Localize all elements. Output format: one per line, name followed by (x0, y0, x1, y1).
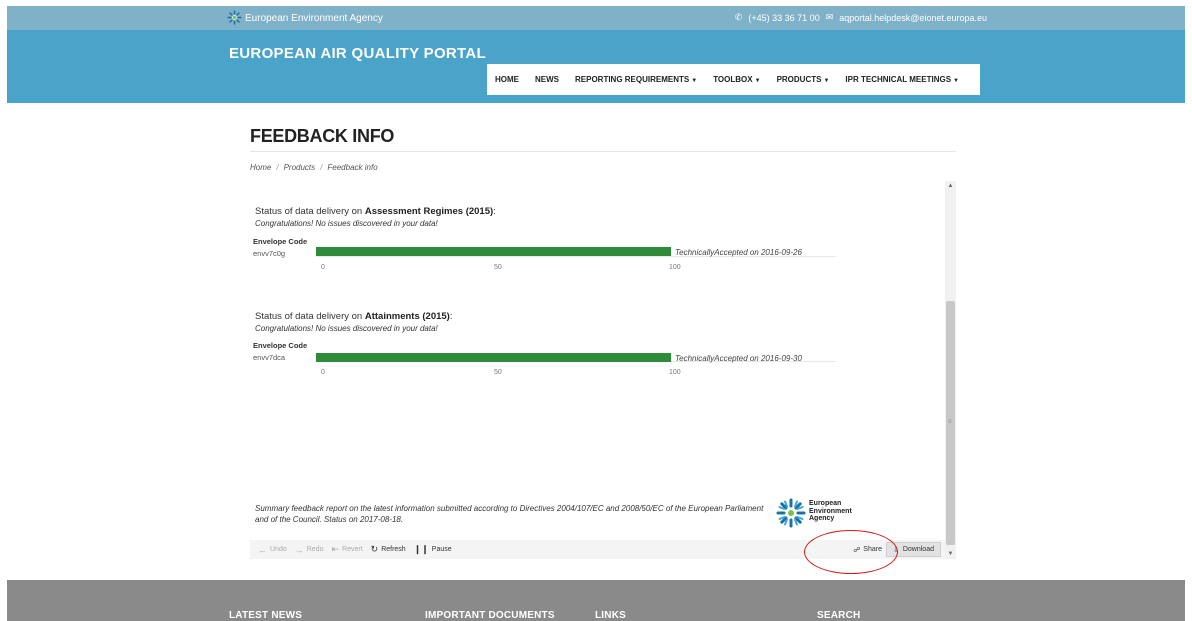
site-footer: LATEST NEWS IMPORTANT DOCUMENTS LINKS SE… (7, 580, 1185, 621)
top-bar: European Environment Agency ✆ (+45) 33 3… (7, 6, 1185, 30)
breadcrumb-home[interactable]: Home (250, 163, 271, 172)
footer-latest-news[interactable]: LATEST NEWS (229, 610, 302, 621)
section-heading: Status of data delivery on Attainments (… (255, 311, 453, 322)
delivery-status-section: Status of data delivery on Assessment Re… (255, 206, 855, 228)
footer-links[interactable]: LINKS (595, 610, 626, 621)
redo-button[interactable]: → Redo (295, 545, 324, 555)
undo-button[interactable]: ← Undo (258, 545, 287, 555)
caret-down-icon: ▼ (691, 78, 698, 84)
caret-down-icon: ▼ (823, 78, 830, 84)
section-subtitle: Congratulations! No issues discovered in… (255, 324, 438, 333)
scroll-up-arrow-icon[interactable]: ▲ (945, 181, 956, 191)
arrow-left-icon: ← (258, 544, 267, 555)
nav-products[interactable]: PRODUCTS ▼ (777, 75, 830, 84)
footer-important-documents[interactable]: IMPORTANT DOCUMENTS (425, 610, 555, 621)
nav-home[interactable]: HOME (495, 75, 519, 84)
breadcrumb-products[interactable]: Products (284, 163, 316, 172)
refresh-icon: ↻ (370, 544, 379, 554)
breadcrumb: Home / Products / Feedback info (250, 163, 378, 172)
summary-text: Summary feedback report on the latest in… (255, 504, 764, 524)
breadcrumb-separator: / (320, 163, 323, 172)
annotation-circle (804, 530, 898, 574)
refresh-button[interactable]: ↻ Refresh (371, 544, 406, 555)
revert-icon: ⇤ (331, 544, 340, 554)
axis-tick-0: 0 (321, 264, 325, 271)
page-title: FEEDBACK INFO (250, 126, 395, 146)
progress-bar[interactable] (316, 353, 671, 362)
envelope-code[interactable]: envv7c0g (253, 249, 285, 258)
axis-tick-50: 50 (494, 369, 502, 376)
feedback-visualization: Status of data delivery on Assessment Re… (250, 181, 956, 561)
main-nav: HOME NEWS REPORTING REQUIREMENTS ▼ TOOLBO… (487, 64, 980, 95)
contact-info: ✆ (+45) 33 36 71 00 ✉ aqportal.helpdesk@… (735, 12, 987, 23)
nav-ipr-technical-meetings[interactable]: IPR TECHNICAL MEETINGS ▼ (845, 75, 959, 84)
axis-tick-50: 50 (494, 264, 502, 271)
phone-icon: ✆ (734, 12, 743, 22)
scroll-down-arrow-icon[interactable]: ▼ (945, 549, 956, 559)
envelope-code[interactable]: envv7dca (253, 353, 285, 362)
scroll-thumb[interactable]: ≡ (946, 301, 955, 545)
nav-reporting-requirements[interactable]: REPORTING REQUIREMENTS ▼ (575, 75, 697, 84)
pause-icon: ❙❙ (413, 544, 429, 554)
footer-search[interactable]: SEARCH (817, 610, 860, 621)
portal-title[interactable]: EUROPEAN AIR QUALITY PORTAL (229, 45, 486, 62)
revert-button[interactable]: ⇤ Revert (331, 544, 362, 555)
pause-button[interactable]: ❙❙ Pause (414, 544, 452, 555)
eea-logo-text: European Environment Agency (809, 500, 852, 522)
axis-tick-100: 100 (669, 264, 681, 271)
viz-scrollbar[interactable]: ▲ ≡ ▼ (945, 181, 956, 559)
site-header: EUROPEAN AIR QUALITY PORTAL HOME NEWS RE… (7, 30, 1185, 103)
title-divider (250, 151, 956, 152)
breadcrumb-current: Feedback info (327, 163, 378, 172)
envelope-code-header: Envelope Code (253, 237, 308, 246)
axis-tick-0: 0 (321, 369, 325, 376)
delivery-status-section: Status of data delivery on Attainments (… (255, 311, 855, 333)
phone-number: (+45) 33 36 71 00 (748, 12, 820, 23)
envelope-code-header: Envelope Code (253, 341, 308, 350)
section-subtitle: Congratulations! No issues discovered in… (255, 219, 438, 228)
envelope-icon: ✉ (825, 12, 834, 22)
grip-icon: ≡ (948, 419, 952, 425)
nav-news[interactable]: NEWS (535, 75, 559, 84)
bar-status-label: TechnicallyAccepted on 2016-09-30 (675, 354, 802, 363)
axis-tick-100: 100 (669, 369, 681, 376)
helpdesk-email-link[interactable]: aqportal.helpdesk@eionet.europa.eu (839, 13, 987, 23)
section-heading: Status of data delivery on Assessment Re… (255, 206, 496, 217)
eea-logo-icon[interactable] (227, 10, 242, 25)
caret-down-icon: ▼ (754, 78, 761, 84)
progress-bar[interactable] (316, 247, 671, 256)
eea-logo-icon (776, 498, 806, 528)
agency-name-link[interactable]: European Environment Agency (245, 13, 383, 24)
nav-toolbox[interactable]: TOOLBOX ▼ (713, 75, 760, 84)
caret-down-icon: ▼ (953, 78, 959, 84)
arrow-right-icon: → (294, 544, 304, 555)
breadcrumb-separator: / (276, 163, 279, 172)
bar-status-label: TechnicallyAccepted on 2016-09-26 (675, 248, 802, 257)
